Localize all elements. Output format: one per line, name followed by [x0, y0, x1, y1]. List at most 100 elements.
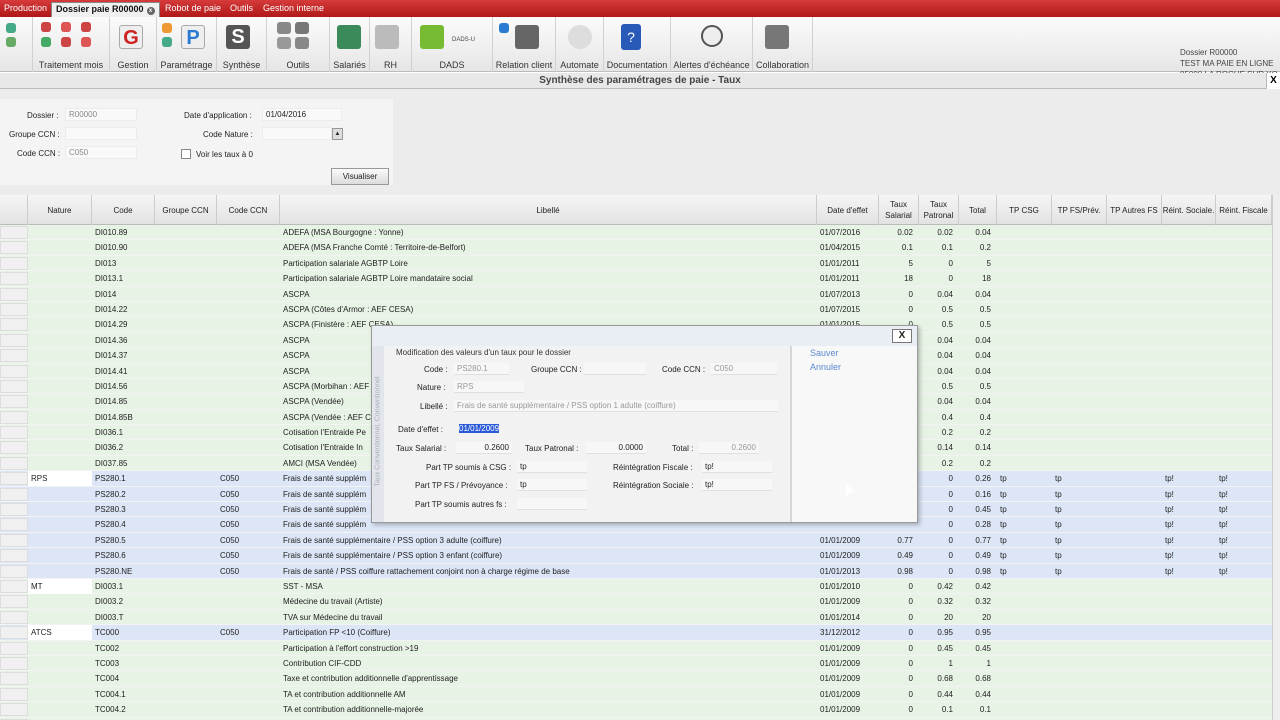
tp-autres-field[interactable]	[517, 498, 587, 510]
ribbon-group-alertes[interactable]: Alertes d'échéance	[671, 17, 753, 72]
row-selector[interactable]	[0, 518, 28, 532]
s-letter-icon[interactable]: S	[226, 25, 250, 49]
ribbon-group-automate[interactable]: Automate	[556, 17, 604, 72]
taux-salarial-field[interactable]: 0.2600	[456, 442, 512, 454]
dads-icon[interactable]	[420, 25, 444, 49]
table-row[interactable]: DI013 Participation salariale AGBTP Loire…	[0, 255, 1272, 272]
tools-icon[interactable]	[277, 22, 291, 34]
header-tp-autres-fs[interactable]: TP Autres FS	[1107, 195, 1162, 225]
ribbon-group-outils[interactable]: Outils	[267, 17, 330, 72]
team-icon[interactable]	[765, 25, 789, 49]
tab-outils[interactable]: Outils	[226, 2, 257, 17]
calendar-icon[interactable]	[81, 22, 91, 32]
row-selector[interactable]	[0, 487, 28, 501]
small-icon[interactable]	[162, 37, 172, 47]
calendar-icon[interactable]	[61, 37, 71, 47]
table-row[interactable]: TC004.1 TA et contribution additionnelle …	[0, 686, 1272, 703]
client-icon[interactable]	[515, 25, 539, 49]
tab-production[interactable]: Production	[0, 2, 51, 17]
calendar-icon[interactable]	[61, 22, 71, 32]
calendar-icon[interactable]	[41, 37, 51, 47]
table-row[interactable]: DI003.2 Médecine du travail (Artiste) 01/0…	[0, 594, 1272, 610]
header-libelle[interactable]: Libellé	[280, 195, 817, 225]
header-tp-fs-prev[interactable]: TP FS/Prév.	[1052, 195, 1107, 225]
table-row[interactable]: TC004 Taxe et contribution additionnelle …	[0, 671, 1272, 687]
header-tp-csg[interactable]: TP CSG	[997, 195, 1052, 225]
date-application-field[interactable]: 01/04/2016	[262, 108, 342, 121]
header-code[interactable]: Code	[92, 195, 155, 225]
date-effet-field[interactable]: 01/01/2009	[457, 423, 512, 435]
small-icon[interactable]	[6, 37, 16, 47]
row-selector[interactable]	[0, 349, 28, 363]
table-row[interactable]: PS280.6 C050 Frais de santé supplémentaire…	[0, 548, 1272, 564]
row-selector[interactable]	[0, 687, 28, 701]
row-selector[interactable]	[0, 256, 28, 270]
row-selector[interactable]	[0, 656, 28, 670]
nature-field[interactable]: RPS	[454, 381, 524, 393]
code-field[interactable]: PS280.1	[454, 363, 509, 375]
table-row[interactable]: DI010.89 ADEFA (MSA Bourgogne : Yonne) 01/…	[0, 225, 1272, 241]
row-selector[interactable]	[0, 456, 28, 470]
header-groupe-ccn[interactable]: Groupe CCN	[155, 195, 217, 225]
clock-icon[interactable]	[701, 25, 723, 47]
table-row[interactable]: DI014 ASCPA 01/07/2013 0 0.04 0.04	[0, 286, 1272, 302]
ribbon-group-documentation[interactable]: ? Documentation	[604, 17, 671, 72]
row-selector[interactable]	[0, 579, 28, 593]
row-selector[interactable]	[0, 441, 28, 455]
table-row[interactable]: DI014.22 ASCPA (Côtes d'Armor : AEF CESA)…	[0, 301, 1272, 318]
row-selector[interactable]	[0, 595, 28, 609]
header-taux-patronal[interactable]: Taux Patronal	[919, 195, 959, 225]
dossier-field[interactable]: R00000	[65, 108, 137, 121]
header-nature[interactable]: Nature	[28, 195, 92, 225]
calendar-icon[interactable]	[41, 22, 51, 32]
annuler-button[interactable]: Annuler	[810, 362, 841, 372]
row-selector[interactable]	[0, 564, 28, 578]
p-letter-icon[interactable]: P	[181, 25, 205, 49]
row-selector[interactable]	[0, 272, 28, 286]
ribbon-group-rh[interactable]: RH	[370, 17, 412, 72]
table-row[interactable]: TC004.2 TA et contribution additionnelle-…	[0, 702, 1272, 718]
table-row[interactable]: PS280.5 C050 Frais de santé supplémentaire…	[0, 532, 1272, 549]
table-row[interactable]: DI013.1 Participation salariale AGBTP Loi…	[0, 271, 1272, 287]
row-selector[interactable]	[0, 379, 28, 393]
row-selector[interactable]	[0, 610, 28, 624]
ribbon-group-traitement-mois[interactable]: Traitement mois	[33, 17, 110, 72]
row-selector[interactable]	[0, 241, 28, 255]
calendar-icon[interactable]	[81, 37, 91, 47]
small-icon[interactable]	[162, 23, 172, 33]
row-selector[interactable]	[0, 426, 28, 440]
code-nature-select[interactable]	[262, 127, 332, 140]
sauver-button[interactable]: Sauver	[810, 348, 839, 358]
row-selector[interactable]	[0, 672, 28, 686]
row-selector[interactable]	[0, 533, 28, 547]
close-tab-icon[interactable]: x	[146, 7, 155, 15]
groupe-ccn-field[interactable]	[584, 363, 646, 375]
hr-icon[interactable]	[375, 25, 399, 49]
header-reint-sociale[interactable]: Réint. Sociale.	[1162, 195, 1216, 225]
tab-dossier-paie[interactable]: Dossier paie R00000 x	[51, 2, 160, 17]
ribbon-group-parametrage[interactable]: P Paramétrage	[157, 17, 217, 72]
reint-fiscale-field[interactable]: tp!	[702, 461, 772, 473]
header-code-ccn[interactable]: Code CCN	[217, 195, 280, 225]
row-selector[interactable]	[0, 364, 28, 378]
play-icon[interactable]	[568, 25, 592, 49]
ribbon-group-relation-client[interactable]: Relation client	[493, 17, 556, 72]
row-selector[interactable]	[0, 503, 28, 517]
table-row[interactable]: ATCS TC000 C050 Participation FP <10 (Coiff…	[0, 625, 1272, 641]
help-book-icon[interactable]: ?	[621, 24, 641, 50]
people-icon[interactable]	[337, 25, 361, 49]
ribbon-group-gestion[interactable]: G Gestion	[110, 17, 157, 72]
row-selector[interactable]	[0, 549, 28, 563]
row-selector[interactable]	[0, 318, 28, 332]
table-row[interactable]: DI003.T TVA sur Médecine du travail 01/01/…	[0, 609, 1272, 626]
table-row[interactable]: TC002 Participation à l'effort constructi…	[0, 640, 1272, 656]
ribbon-group-synthese[interactable]: S Synthèse	[217, 17, 267, 72]
tab-gestion-interne[interactable]: Gestion interne	[259, 2, 328, 17]
code-ccn-field[interactable]: C050	[65, 146, 137, 159]
ribbon-group-salaries[interactable]: Salariés	[330, 17, 370, 72]
table-row[interactable]: DI010.90 ADEFA (MSA Franche Comté : Terri…	[0, 240, 1272, 256]
row-selector[interactable]	[0, 641, 28, 655]
vertical-scrollbar[interactable]	[1272, 195, 1280, 720]
row-selector[interactable]	[0, 302, 28, 316]
row-selector[interactable]	[0, 472, 28, 486]
